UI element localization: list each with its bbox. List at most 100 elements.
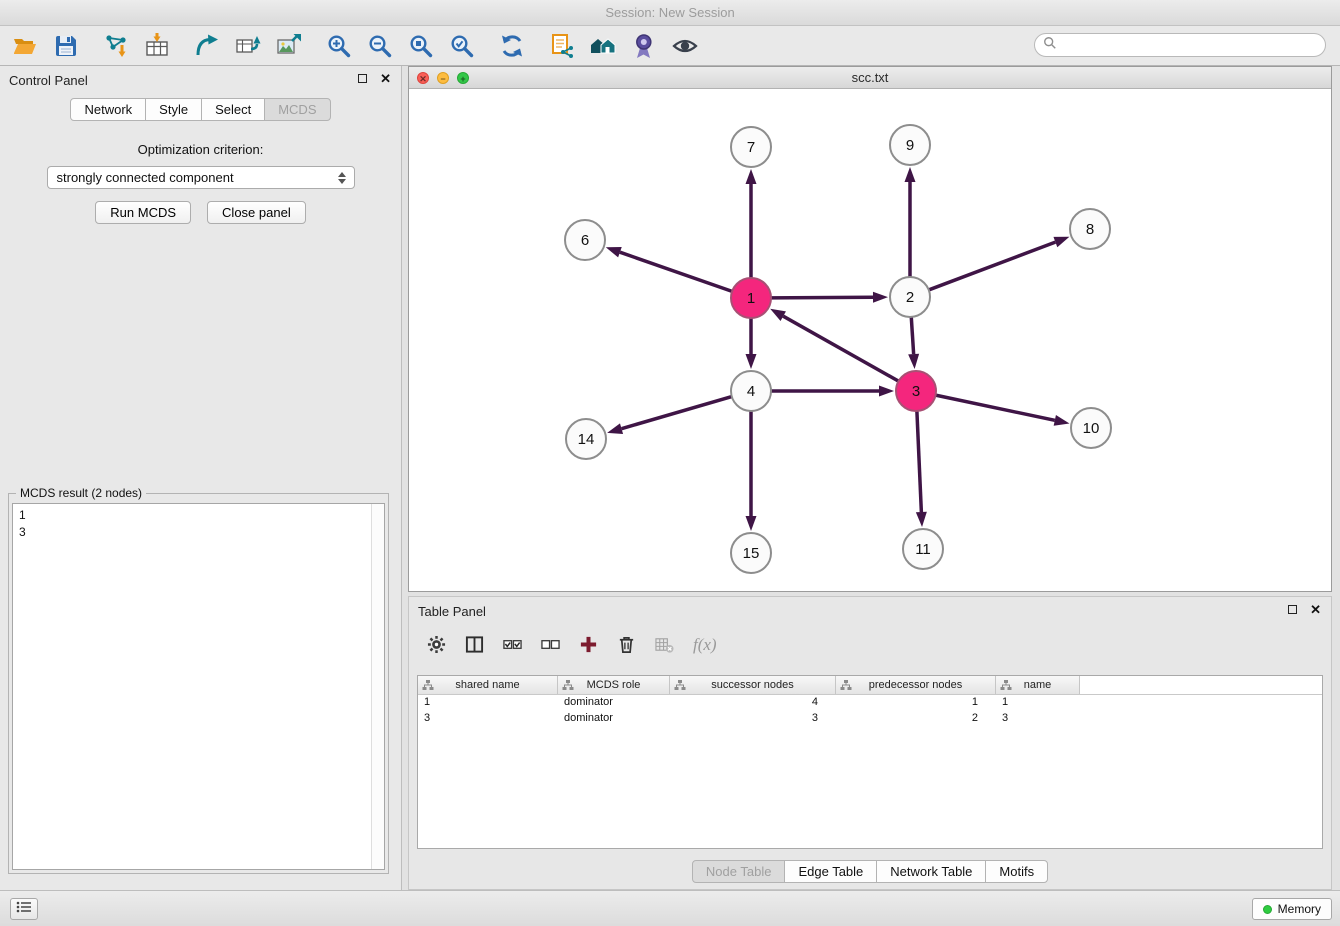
add-row-icon[interactable] (579, 635, 598, 654)
close-window-icon[interactable]: ✕ (417, 72, 429, 84)
tab-network[interactable]: Network (70, 98, 146, 121)
optimization-criterion-dropdown[interactable]: strongly connected component (47, 166, 355, 189)
open-session-icon[interactable] (12, 33, 38, 59)
svg-text:3: 3 (912, 383, 920, 400)
toggle-columns-icon[interactable] (465, 635, 484, 654)
float-panel-icon[interactable] (358, 74, 367, 83)
minimize-window-icon[interactable]: − (437, 72, 449, 84)
graph-node-10[interactable]: 10 (1071, 408, 1111, 448)
graph-edge-3-1[interactable] (770, 309, 898, 381)
graph-node-4[interactable]: 4 (731, 371, 771, 411)
zoom-in-icon[interactable] (326, 33, 352, 59)
apply-layout-icon[interactable] (499, 33, 525, 59)
graph-node-6[interactable]: 6 (565, 220, 605, 260)
graph-node-1[interactable]: 1 (731, 278, 771, 318)
delete-row-icon[interactable] (617, 635, 636, 654)
svg-text:4: 4 (747, 383, 755, 400)
statusbar: Memory (0, 890, 1340, 926)
graph-edge-2-3[interactable] (908, 317, 919, 369)
graph-node-14[interactable]: 14 (566, 419, 606, 459)
graph-edge-1-2[interactable] (771, 292, 888, 303)
search-input[interactable] (1062, 38, 1317, 52)
node-table: shared nameMCDS rolesuccessor nodes prede… (417, 675, 1323, 849)
clone-network-icon[interactable] (235, 33, 261, 59)
tab-mcds[interactable]: MCDS (264, 98, 330, 121)
column-header-MCDS-role[interactable]: MCDS role (558, 676, 670, 694)
tab-select[interactable]: Select (201, 98, 265, 121)
memory-button[interactable]: Memory (1252, 898, 1332, 920)
sort-column-icon (422, 679, 434, 691)
graph-edge-4-3[interactable] (771, 386, 894, 397)
column-header-name[interactable]: name (996, 676, 1080, 694)
table-row[interactable]: 1dominator411 (418, 695, 1322, 711)
result-line: 1 (19, 507, 378, 524)
memory-label: Memory (1278, 902, 1321, 916)
graph-edge-4-14[interactable] (607, 397, 732, 434)
zoom-selected-icon[interactable] (449, 33, 475, 59)
tab-edge-table[interactable]: Edge Table (784, 860, 877, 883)
graph-edge-3-11[interactable] (916, 411, 927, 527)
search-box[interactable] (1034, 33, 1326, 57)
run-mcds-button[interactable]: Run MCDS (95, 201, 191, 224)
graph-edge-1-4[interactable] (746, 318, 757, 369)
apply-style-icon[interactable] (631, 33, 657, 59)
tab-network-table[interactable]: Network Table (876, 860, 986, 883)
graph-node-9[interactable]: 9 (890, 125, 930, 165)
zoom-out-icon[interactable] (367, 33, 393, 59)
sort-column-icon (674, 679, 686, 691)
graph-edge-1-6[interactable] (606, 247, 732, 291)
graph-node-8[interactable]: 8 (1070, 209, 1110, 249)
toggle-panels-button[interactable] (10, 898, 38, 920)
graph-edge-2-9[interactable] (905, 167, 916, 277)
graph-edge-4-15[interactable] (746, 411, 757, 531)
close-panel-icon[interactable]: ✕ (380, 73, 391, 84)
graph-node-3[interactable]: 3 (896, 371, 936, 411)
select-all-rows-icon[interactable] (503, 635, 522, 654)
graph-node-7[interactable]: 7 (731, 127, 771, 167)
graph-node-11[interactable]: 11 (903, 529, 943, 569)
table-panel-title: Table Panel (418, 604, 486, 619)
graph-edge-1-7[interactable] (746, 169, 757, 278)
zoom-fit-icon[interactable] (408, 33, 434, 59)
table-cell: dominator (558, 695, 670, 711)
table-row[interactable]: 3dominator323 (418, 711, 1322, 727)
import-network-icon[interactable] (103, 33, 129, 59)
graph-edge-3-10[interactable] (936, 395, 1070, 426)
network-overview-icon[interactable] (590, 33, 616, 59)
svg-text:2: 2 (906, 289, 914, 306)
delete-column-icon[interactable] (655, 635, 674, 654)
tab-node-table[interactable]: Node Table (692, 860, 786, 883)
network-graph[interactable]: 7 9 6 8 1 2 4 3 14 10 15 11 (409, 89, 1331, 591)
close-table-panel-icon[interactable]: ✕ (1310, 604, 1321, 615)
network-from-selection-icon[interactable] (194, 33, 220, 59)
show-graphics-details-icon[interactable] (672, 33, 698, 59)
close-panel-button[interactable]: Close panel (207, 201, 306, 224)
document-share-icon[interactable] (549, 33, 575, 59)
deselect-all-rows-icon[interactable] (541, 635, 560, 654)
function-builder-icon[interactable]: f(x) (693, 635, 717, 654)
memory-status-icon (1263, 905, 1272, 914)
dropdown-value: strongly connected component (57, 170, 234, 185)
float-table-panel-icon[interactable] (1288, 605, 1297, 614)
svg-text:8: 8 (1086, 221, 1094, 238)
graph-node-2[interactable]: 2 (890, 277, 930, 317)
result-scrollbar[interactable] (371, 504, 384, 869)
zoom-window-icon[interactable]: + (457, 72, 469, 84)
svg-text:9: 9 (906, 137, 914, 154)
table-cell: 3 (996, 711, 1080, 727)
export-image-icon[interactable] (276, 33, 302, 59)
table-toolbar-icons: f(x) (427, 631, 717, 657)
tab-motifs[interactable]: Motifs (985, 860, 1048, 883)
network-window-titlebar[interactable]: ✕ − + scc.txt (409, 67, 1331, 89)
column-label: predecessor nodes (869, 679, 963, 691)
column-header-predecessor-nodes[interactable]: predecessor nodes (836, 676, 996, 694)
graph-edge-2-8[interactable] (929, 237, 1070, 290)
tab-style[interactable]: Style (145, 98, 202, 121)
save-session-icon[interactable] (53, 33, 79, 59)
column-header-successor-nodes[interactable]: successor nodes (670, 676, 836, 694)
window-titlebar: Session: New Session (0, 0, 1340, 26)
column-header-shared-name[interactable]: shared name (418, 676, 558, 694)
table-settings-gear-icon[interactable] (427, 635, 446, 654)
import-table-icon[interactable] (144, 33, 170, 59)
graph-node-15[interactable]: 15 (731, 533, 771, 573)
